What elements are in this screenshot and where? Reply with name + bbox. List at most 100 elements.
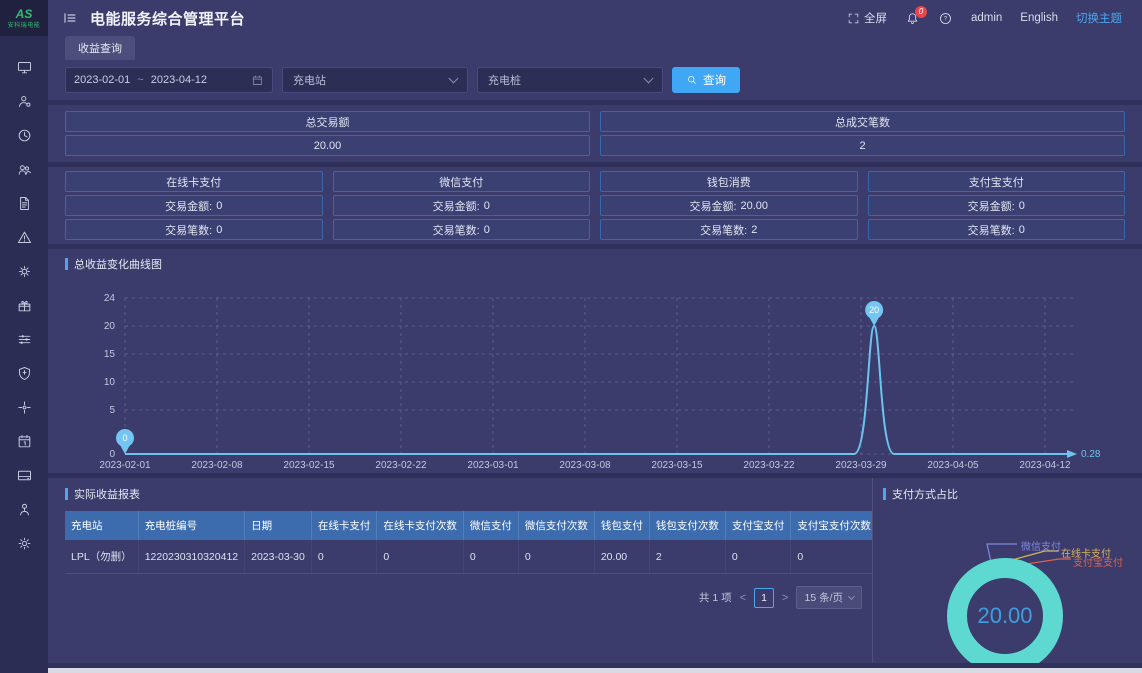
sidebar-item-monitor[interactable] xyxy=(0,50,48,84)
date-separator: ~ xyxy=(137,74,143,86)
bottom-row: 实际收益报表 充电站 充电桩编号 日期 在线卡支付 在线卡支付次数 微信支付 xyxy=(48,478,1142,663)
sliders-icon xyxy=(16,331,33,348)
tab-revenue-query[interactable]: 收益查询 xyxy=(65,36,135,60)
amount-label: 交易金额: xyxy=(433,198,480,214)
col-header: 日期 xyxy=(245,511,312,540)
section-accent-bar xyxy=(65,488,68,500)
app-root: AS 安科瑞电能 电能服务综合管理平台 xyxy=(0,0,1142,673)
col-header: 充电桩编号 xyxy=(138,511,244,540)
donut-center-value: 20.00 xyxy=(977,603,1032,629)
calendar-icon xyxy=(251,74,264,87)
section-accent-bar xyxy=(65,258,68,270)
notification-badge: 0 xyxy=(915,6,927,18)
count-label: 交易笔数: xyxy=(700,222,747,238)
revenue-chart-title-row: 总收益变化曲线图 xyxy=(65,256,1125,272)
sidebar-item-users[interactable] xyxy=(0,152,48,186)
count-value: 0 xyxy=(484,224,490,236)
svg-text:20: 20 xyxy=(104,321,116,332)
pile-select-value: 充电桩 xyxy=(488,72,521,88)
next-page-button[interactable]: > xyxy=(782,592,788,604)
date-range-picker[interactable]: 2023-02-01 ~ 2023-04-12 xyxy=(65,67,273,93)
revenue-chart-panel: 总收益变化曲线图 24201510502023-02-012023-02-082… xyxy=(48,249,1142,473)
sidebar-item-gift[interactable] xyxy=(0,288,48,322)
payment-card-wallet: 钱包消费 交易金额:20.00 交易笔数:2 xyxy=(600,171,858,240)
help-button[interactable]: ? xyxy=(938,11,953,26)
sidebar-item-card-reader[interactable] xyxy=(0,458,48,492)
count-label: 交易笔数: xyxy=(165,222,212,238)
pile-select[interactable]: 充电桩 xyxy=(477,67,663,93)
query-button-label: 查询 xyxy=(703,72,726,88)
amount-label: 交易金额: xyxy=(689,198,736,214)
payment-card-title: 微信支付 xyxy=(333,171,591,192)
amount-value: 0 xyxy=(484,200,490,212)
cell-alipay-count: 0 xyxy=(791,540,872,574)
cell-pile-id: 1220230310320412 xyxy=(138,540,244,574)
sidebar-item-sliders[interactable] xyxy=(0,322,48,356)
svg-text:0.28: 0.28 xyxy=(1081,449,1101,460)
col-header: 在线卡支付次数 xyxy=(377,511,464,540)
cell-wechat-pay: 0 xyxy=(463,540,518,574)
revenue-report-table: 充电站 充电桩编号 日期 在线卡支付 在线卡支付次数 微信支付 微信支付次数 钱… xyxy=(65,511,872,574)
payment-card-amount: 交易金额: 0 xyxy=(333,195,591,216)
svg-text:2023-03-29: 2023-03-29 xyxy=(835,460,887,471)
col-header: 充电站 xyxy=(65,511,138,540)
pie-label-wechat: 微信支付 xyxy=(1021,538,1061,553)
sidebar-item-warning[interactable] xyxy=(0,220,48,254)
sidebar-item-crosshair[interactable] xyxy=(0,390,48,424)
sidebar-nav xyxy=(0,50,48,560)
users-icon xyxy=(16,161,33,178)
sidebar-item-calendar[interactable] xyxy=(0,424,48,458)
language-switch[interactable]: English xyxy=(1020,12,1058,24)
revenue-chart-title: 总收益变化曲线图 xyxy=(74,256,162,272)
pie-title-row: 支付方式占比 xyxy=(883,486,1132,502)
summary-card-total-count: 总成交笔数 2 xyxy=(600,111,1125,156)
page-size-select[interactable]: 15 条/页 xyxy=(796,586,862,609)
station-select[interactable]: 充电站 xyxy=(282,67,468,93)
fullscreen-button[interactable]: 全屏 xyxy=(847,10,887,26)
report-title-row: 实际收益报表 xyxy=(65,486,862,502)
sidebar-item-person-network[interactable] xyxy=(0,492,48,526)
svg-text:2023-02-01: 2023-02-01 xyxy=(99,460,151,471)
cell-online-card-pay: 0 xyxy=(311,540,377,574)
cell-station: LPL（勿删） xyxy=(65,540,138,574)
document-icon xyxy=(16,195,33,212)
user-menu[interactable]: admin xyxy=(971,12,1002,24)
page-number[interactable]: 1 xyxy=(754,588,774,608)
summary-card-value: 2 xyxy=(600,135,1125,156)
svg-text:2023-02-08: 2023-02-08 xyxy=(191,460,243,471)
person-network-icon xyxy=(16,501,33,518)
sidebar-item-document[interactable] xyxy=(0,186,48,220)
horizontal-scrollbar[interactable] xyxy=(48,668,1142,673)
donut-chart: 20.00 xyxy=(947,558,1063,663)
station-select-value: 充电站 xyxy=(293,72,326,88)
summary-card-title: 总交易额 xyxy=(65,111,590,132)
summary-card-total-amount: 总交易额 20.00 xyxy=(65,111,590,156)
report-title: 实际收益报表 xyxy=(74,486,140,502)
calendar-icon xyxy=(16,433,33,450)
brand-logo: AS 安科瑞电能 xyxy=(0,0,48,36)
sidebar-item-device-gear[interactable] xyxy=(0,254,48,288)
card-reader-icon xyxy=(16,467,33,484)
content: 2023-02-01 ~ 2023-04-12 充电站 充电桩 查询 xyxy=(48,60,1142,673)
theme-toggle-link[interactable]: 切换主题 xyxy=(1076,10,1122,26)
col-header: 在线卡支付 xyxy=(311,511,377,540)
prev-page-button[interactable]: < xyxy=(740,592,746,604)
sidebar-item-settings-gear[interactable] xyxy=(0,526,48,560)
collapse-sidebar-icon[interactable] xyxy=(62,10,78,26)
page-size-value: 15 条/页 xyxy=(804,590,843,605)
svg-text:2023-03-22: 2023-03-22 xyxy=(743,460,795,471)
topbar: 电能服务综合管理平台 全屏 0 ? admin English 切换主题 xyxy=(48,0,1142,36)
svg-text:0: 0 xyxy=(109,449,115,460)
chevron-down-icon xyxy=(449,73,459,83)
sidebar-item-operator-config[interactable] xyxy=(0,84,48,118)
col-header: 微信支付 xyxy=(463,511,518,540)
cell-wallet-pay: 20.00 xyxy=(594,540,649,574)
count-value: 0 xyxy=(1019,224,1025,236)
svg-text:2023-02-22: 2023-02-22 xyxy=(375,460,427,471)
cell-alipay-pay: 0 xyxy=(725,540,791,574)
sidebar-item-clock[interactable] xyxy=(0,118,48,152)
query-button[interactable]: 查询 xyxy=(672,67,740,93)
sidebar-item-shield[interactable] xyxy=(0,356,48,390)
notification-bell[interactable]: 0 xyxy=(905,11,920,26)
topbar-right: 全屏 0 ? admin English 切换主题 xyxy=(847,10,1122,26)
